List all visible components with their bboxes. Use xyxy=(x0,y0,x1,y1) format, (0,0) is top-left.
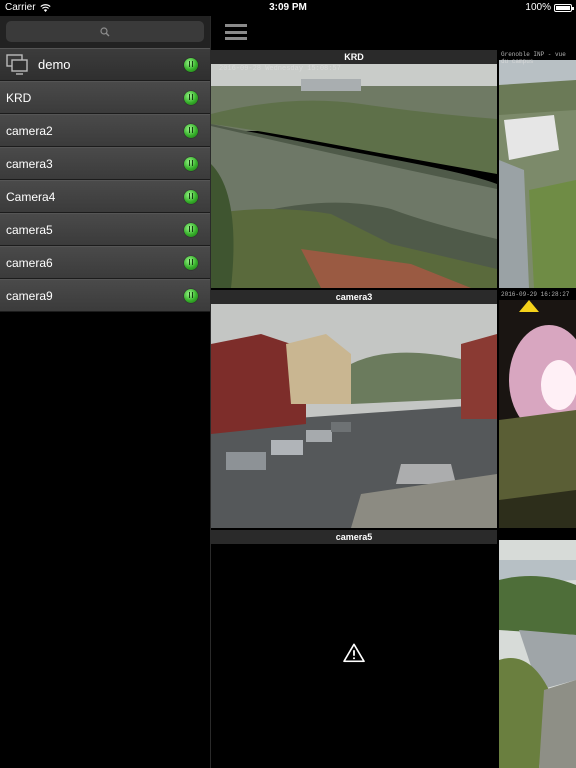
camera-row-camera9[interactable]: camera9 xyxy=(0,279,210,312)
warning-icon xyxy=(343,643,365,663)
camera-tile-camera3[interactable]: camera3 xyxy=(211,290,497,528)
tile-title: camera3 xyxy=(211,290,497,304)
status-ok-icon xyxy=(184,256,198,270)
camera-tile-camera6[interactable] xyxy=(499,530,576,768)
video-caption: Grenoble INP - vue du campus xyxy=(501,51,566,65)
status-ok-icon xyxy=(184,124,198,138)
video-timestamp: 2016-09-28 Wednesday 15:08:57 xyxy=(219,65,341,73)
tile-title: KRD xyxy=(211,50,497,64)
camera-label: KRD xyxy=(6,90,32,105)
camera-row-camera6[interactable]: camera6 xyxy=(0,246,210,279)
camera-label: camera5 xyxy=(6,222,53,237)
camera-row-camera5[interactable]: camera5 xyxy=(0,213,210,246)
camera-tile-camera5[interactable]: camera5 xyxy=(211,530,497,768)
group-label: demo xyxy=(38,57,71,72)
multi-screen-icon xyxy=(6,53,28,75)
camera-tile-camera2[interactable]: Grenoble INP - vue du campus xyxy=(499,50,576,288)
camera-tile-camera4[interactable]: 2016-09-29 16:28:27 xyxy=(499,290,576,528)
search-icon xyxy=(100,26,110,36)
camera-label: camera2 xyxy=(6,123,53,138)
camera-grid: KRD 2016-09-28 Wednesday 15:08:57 camera… xyxy=(211,16,576,768)
menu-button[interactable] xyxy=(225,24,247,40)
tile-title: camera5 xyxy=(211,530,497,544)
battery-level xyxy=(556,5,570,10)
status-ok-icon xyxy=(184,190,198,204)
menu-icon xyxy=(225,24,247,27)
camera-label: camera3 xyxy=(6,156,53,171)
status-bar: Carrier 3:09 PM 100% xyxy=(0,0,576,16)
video-feed xyxy=(211,304,497,528)
camera-label: camera9 xyxy=(6,288,53,303)
search-bar xyxy=(0,16,210,48)
status-ok-icon xyxy=(184,91,198,105)
status-ok-icon xyxy=(184,58,198,72)
camera-list: demo KRD camera2 camera3 Camera4 camera5… xyxy=(0,48,210,312)
status-ok-icon xyxy=(184,223,198,237)
camera-sidebar: demo KRD camera2 camera3 Camera4 camera5… xyxy=(0,16,211,768)
camera-row-camera2[interactable]: camera2 xyxy=(0,114,210,147)
clock: 3:09 PM xyxy=(269,2,307,13)
camera-row-krd[interactable]: KRD xyxy=(0,81,210,114)
status-ok-icon xyxy=(184,157,198,171)
battery-percent: 100% xyxy=(525,2,551,13)
status-right: 100% xyxy=(525,2,574,13)
camera-row-camera3[interactable]: camera3 xyxy=(0,147,210,180)
camera-tile-krd[interactable]: KRD 2016-09-28 Wednesday 15:08:57 xyxy=(211,50,497,288)
battery-icon xyxy=(554,3,574,12)
group-row-demo[interactable]: demo xyxy=(0,48,210,81)
camera-label: camera6 xyxy=(6,255,53,270)
video-feed xyxy=(499,540,576,768)
search-input[interactable] xyxy=(6,21,204,42)
camera-row-camera4[interactable]: Camera4 xyxy=(0,180,210,213)
camera-label: Camera4 xyxy=(6,189,56,204)
video-feed xyxy=(499,300,576,528)
video-timestamp: 2016-09-29 16:28:27 xyxy=(501,291,570,298)
status-ok-icon xyxy=(184,289,198,303)
video-feed xyxy=(499,60,576,288)
video-feed xyxy=(211,64,497,288)
